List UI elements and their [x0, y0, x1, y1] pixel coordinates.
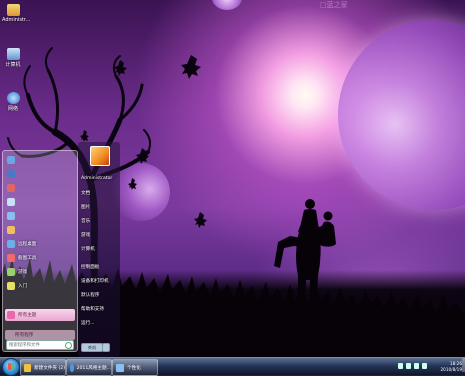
personalize-icon — [116, 363, 124, 372]
remote-desktop-icon — [7, 240, 15, 248]
desktop-icon-network[interactable]: 网络 — [2, 92, 24, 112]
start-item-app-1[interactable] — [5, 154, 75, 166]
start-item-getting-started[interactable]: 入门 — [5, 280, 75, 292]
start-link-devices-printers[interactable]: 设备和打印机 — [81, 278, 109, 284]
app-icon-2 — [7, 170, 15, 178]
shutdown-options-button[interactable] — [102, 343, 110, 352]
start-menu-places-pane: Administrator 文档 图片 音乐 游戏 计算机 控制面板 设备和打印… — [78, 142, 120, 357]
action-center-icon[interactable] — [406, 363, 411, 369]
start-item-snipping-tool[interactable]: 截图工具 — [5, 252, 75, 264]
tray-arrow-icon[interactable] — [398, 363, 403, 369]
couple-silhouette — [274, 199, 336, 318]
start-search-input[interactable] — [7, 341, 65, 349]
taskbar-button-browser[interactable]: 2011风格主题... — [66, 359, 112, 376]
start-item-games[interactable]: 游戏 — [5, 266, 75, 278]
computer-icon — [6, 48, 20, 60]
start-link-pictures[interactable]: 图片 — [81, 204, 90, 210]
getting-started-icon — [7, 282, 15, 290]
start-search-box[interactable] — [6, 340, 74, 350]
shutdown-button[interactable]: 关机 — [81, 343, 103, 352]
taskbar-button-folder[interactable]: 新建文件夹 (2) — [20, 359, 66, 376]
app-icon-4 — [7, 198, 15, 206]
start-link-control-panel[interactable]: 控制面板 — [81, 264, 99, 270]
start-link-documents[interactable]: 文档 — [81, 190, 90, 196]
start-item-remote-desktop[interactable]: 远程桌面 — [5, 238, 75, 250]
taskbar: 新建文件夹 (2) 2011风格主题... 个性化 18:26 2010/8/1… — [0, 357, 465, 376]
user-folder-icon — [6, 4, 20, 16]
themes-icon — [7, 311, 15, 319]
clock-date: 2010/8/19 — [440, 366, 462, 372]
app-icon-6 — [7, 226, 15, 234]
app-icon-1 — [7, 156, 15, 164]
desktop-icon-administrator[interactable]: Administr... — [2, 4, 30, 23]
start-link-administrator[interactable]: Administrator — [81, 176, 112, 181]
start-link-default-programs[interactable]: 默认程序 — [81, 292, 99, 298]
start-button[interactable] — [2, 358, 20, 376]
volume-icon[interactable] — [422, 363, 427, 369]
start-link-games[interactable]: 游戏 — [81, 232, 90, 238]
all-programs-button[interactable]: 所有程序 — [5, 330, 75, 340]
network-tray-icon[interactable] — [414, 363, 419, 369]
start-item-app-6[interactable] — [5, 224, 75, 236]
start-link-computer[interactable]: 计算机 — [81, 246, 95, 252]
system-tray: 18:26 2010/8/19 — [392, 360, 464, 374]
start-link-run[interactable]: 运行... — [81, 320, 95, 326]
start-menu-programs-pane: 远程桌面 截图工具 游戏 入门 所有主题 所有程序 — [2, 150, 78, 352]
start-link-help-support[interactable]: 帮助和支持 — [81, 306, 104, 312]
folder-icon — [24, 363, 32, 372]
clock[interactable]: 18:26 2010/8/19 — [441, 361, 462, 372]
search-icon — [65, 342, 72, 349]
ie-icon — [70, 363, 74, 372]
start-link-music[interactable]: 音乐 — [81, 218, 90, 224]
start-item-app-4[interactable] — [5, 196, 75, 208]
desktop-icon-computer[interactable]: 计算机 — [2, 48, 24, 68]
taskbar-button-personalize[interactable]: 个性化 — [112, 359, 158, 376]
network-icon — [6, 92, 20, 104]
windows-logo-icon — [8, 363, 14, 370]
start-item-app-2[interactable] — [5, 168, 75, 180]
start-item-app-3[interactable] — [5, 182, 75, 194]
start-menu: 远程桌面 截图工具 游戏 入门 所有主题 所有程序 Administrator … — [0, 142, 120, 357]
snipping-tool-icon — [7, 254, 15, 262]
user-picture[interactable] — [90, 146, 110, 166]
games-icon — [7, 268, 15, 276]
start-item-app-5[interactable] — [5, 210, 75, 222]
app-icon-5 — [7, 212, 15, 220]
app-icon-3 — [7, 184, 15, 192]
start-item-themes[interactable]: 所有主题 — [5, 309, 75, 321]
